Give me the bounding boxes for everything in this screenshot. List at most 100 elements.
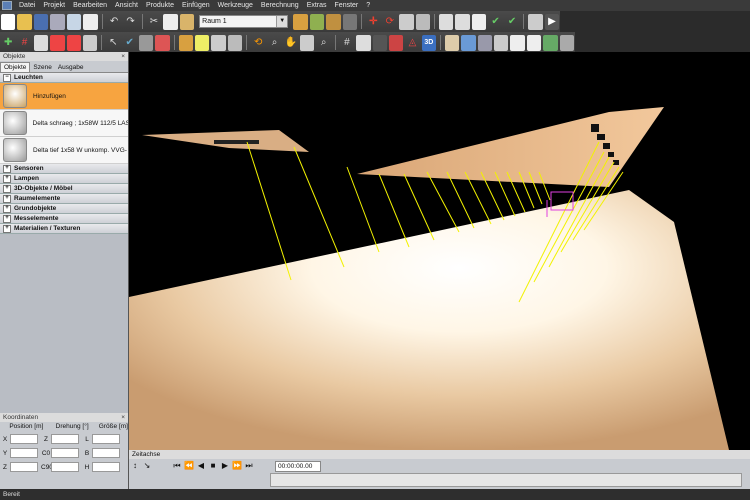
frame-icon[interactable] <box>82 34 98 51</box>
menu-help[interactable]: ? <box>362 2 374 9</box>
expand-icon[interactable]: + <box>3 174 11 183</box>
size-h-field[interactable] <box>92 462 120 472</box>
render-icon[interactable] <box>372 34 387 51</box>
arrange-icon[interactable] <box>455 13 470 30</box>
cube-icon[interactable] <box>471 13 487 30</box>
menu-extras[interactable]: Extras <box>303 2 331 9</box>
rotation-c0-field[interactable] <box>51 448 79 458</box>
sensor-icon[interactable] <box>211 34 226 51</box>
paste-icon[interactable] <box>179 13 195 30</box>
select-icon[interactable]: ✔ <box>123 35 137 51</box>
menu-projekt[interactable]: Projekt <box>39 2 69 9</box>
copy-icon[interactable] <box>163 13 178 30</box>
position-y-field[interactable] <box>10 448 38 458</box>
luminaire-icon[interactable] <box>293 13 308 30</box>
chart-icon[interactable] <box>543 34 558 51</box>
check-all-icon[interactable]: ✔ <box>505 14 519 30</box>
align-icon[interactable] <box>438 13 454 30</box>
flag-icon[interactable] <box>50 34 65 51</box>
mirror-icon[interactable] <box>415 13 430 30</box>
close-icon[interactable]: × <box>121 413 125 422</box>
expand-icon[interactable]: + <box>3 204 11 213</box>
undo-icon[interactable]: ↶ <box>107 14 121 30</box>
luminaire-row-icon[interactable] <box>309 13 325 30</box>
output-icon[interactable] <box>559 34 574 51</box>
category-3d-objekte[interactable]: +3D-Objekte / Möbel <box>0 184 128 194</box>
print-icon[interactable] <box>50 13 65 30</box>
category-leuchten[interactable]: − Leuchten <box>0 73 128 83</box>
move-icon[interactable]: ✛ <box>366 14 380 30</box>
pointer-icon[interactable]: ↖ <box>106 35 120 51</box>
open-folder-icon[interactable] <box>17 13 32 30</box>
tab-objekte[interactable]: Objekte <box>0 62 31 72</box>
expand-icon[interactable]: + <box>3 184 11 193</box>
video-icon[interactable]: ▶ <box>544 13 560 30</box>
size-l-field[interactable] <box>92 434 120 444</box>
size-b-field[interactable] <box>92 448 120 458</box>
menu-fenster[interactable]: Fenster <box>331 2 363 9</box>
skip-start-icon[interactable]: ⏮ <box>172 461 182 471</box>
export-icon[interactable] <box>66 13 82 30</box>
rotation-z-field[interactable] <box>51 434 79 444</box>
top-view-icon[interactable] <box>477 34 493 51</box>
3d-view-icon[interactable]: 3D <box>421 34 436 51</box>
scale-icon[interactable] <box>399 13 414 30</box>
front-view-icon[interactable] <box>444 34 460 51</box>
position-z-field[interactable] <box>10 462 38 472</box>
menu-werkzeuge[interactable]: Werkzeuge <box>214 2 257 9</box>
table-icon[interactable] <box>66 34 81 51</box>
play-icon[interactable]: ▶ <box>220 461 230 471</box>
keyframe-add-icon[interactable]: ↘ <box>142 461 152 471</box>
isolines-icon[interactable]: ◬ <box>405 35 419 51</box>
category-sensoren[interactable]: + Sensoren <box>0 164 128 174</box>
menu-einfuegen[interactable]: Einfügen <box>178 2 214 9</box>
zoom-window-icon[interactable]: ⌕ <box>316 35 330 51</box>
menu-berechnung[interactable]: Berechnung <box>257 2 303 9</box>
menu-bearbeiten[interactable]: Bearbeiten <box>69 2 111 9</box>
luminaire-field-icon[interactable] <box>326 13 341 30</box>
position-x-field[interactable] <box>10 434 38 444</box>
list-item-add[interactable]: Hinzufügen <box>0 83 128 110</box>
rotation-c90-field[interactable] <box>51 462 79 472</box>
category-messelemente[interactable]: + Messelemente <box>0 214 128 224</box>
timeline-track[interactable] <box>270 473 742 487</box>
menu-produkte[interactable]: Produkte <box>142 2 178 9</box>
step-back-icon[interactable]: ⏪ <box>184 461 194 471</box>
3d-viewport[interactable] <box>129 52 750 450</box>
tab-ausgabe[interactable]: Ausgabe <box>55 63 87 72</box>
step-forward-icon[interactable]: ⏩ <box>232 461 242 471</box>
room-select[interactable]: Raum 1 ▼ <box>199 15 289 28</box>
grid-icon[interactable]: ✚ <box>1 35 15 51</box>
calculate-icon[interactable] <box>528 13 543 30</box>
close-icon[interactable]: × <box>121 52 125 61</box>
light-source-icon[interactable] <box>178 34 193 51</box>
stop-icon[interactable]: ■ <box>208 461 218 471</box>
plan-view-icon[interactable] <box>356 34 371 51</box>
rotate-view-icon[interactable]: ⟲ <box>251 35 265 51</box>
iso-view-icon[interactable] <box>494 34 509 51</box>
category-raumelemente[interactable]: + Raumelemente <box>0 194 128 204</box>
category-materialien[interactable]: + Materialien / Texturen <box>0 224 128 234</box>
side-view-icon[interactable] <box>461 34 476 51</box>
lamp-icon[interactable] <box>194 34 210 51</box>
mark-icon[interactable] <box>33 34 49 51</box>
time-display[interactable]: 00:00:00.00 <box>275 460 321 472</box>
menu-datei[interactable]: Datei <box>15 2 39 9</box>
rotate-icon[interactable]: ⟳ <box>383 14 397 30</box>
save-icon[interactable] <box>33 13 49 30</box>
expand-icon[interactable]: + <box>3 214 11 223</box>
keyframe-icon[interactable]: ↕ <box>130 461 140 471</box>
tab-szene[interactable]: Szene <box>30 63 54 72</box>
category-lampen[interactable]: + Lampen <box>0 174 128 184</box>
list-item-luminaire[interactable]: Delta tief 1x58 W unkomp. VVG- <box>0 137 128 164</box>
expand-icon[interactable]: + <box>3 224 11 233</box>
zoom-icon[interactable]: ⌕ <box>267 35 281 51</box>
report-icon[interactable] <box>526 34 542 51</box>
measure-icon[interactable] <box>227 34 243 51</box>
cut-icon[interactable]: ✂ <box>147 14 161 30</box>
skip-end-icon[interactable]: ⏭ <box>244 461 254 471</box>
wall-icon[interactable] <box>138 34 154 51</box>
false-color-icon[interactable] <box>388 34 404 51</box>
luminaire-free-icon[interactable] <box>342 13 358 30</box>
eraser-icon[interactable] <box>155 34 170 51</box>
